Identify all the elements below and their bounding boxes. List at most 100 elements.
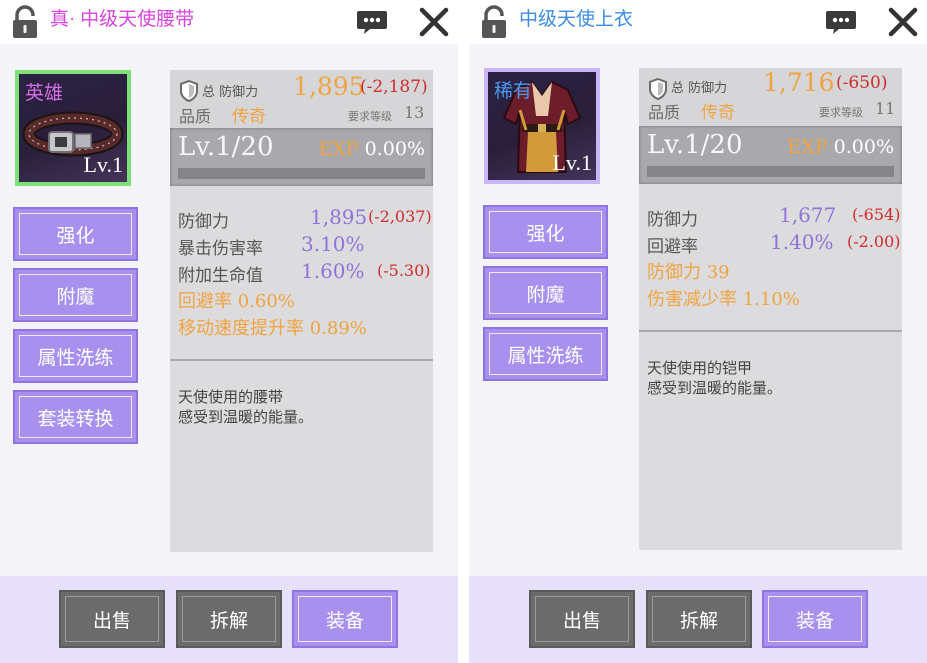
exp-bar: [647, 166, 894, 177]
stats-summary: 总 防御力 1,895 (-2,187) 品质 传奇 要求等级 13: [170, 70, 433, 128]
rarity-label: 英雄: [25, 83, 64, 104]
stat-value: 1,677: [779, 203, 837, 227]
stat-row: 防御力 1,895 (-2,037): [170, 204, 433, 232]
lock-icon[interactable]: [11, 5, 39, 39]
item-level-label: Lv.1: [552, 150, 592, 175]
stat-name: 暴击伤害率: [178, 239, 263, 259]
stat-diff: (-2,037): [368, 207, 432, 226]
required-level-value: 11: [875, 99, 896, 118]
required-level-label: 要求等级: [348, 110, 392, 123]
level-box: Lv.1/20 EXP 0.00%: [639, 126, 902, 184]
stats-summary: 总 防御力 1,716 (-650) 品质 传奇 要求等级 11: [639, 68, 902, 126]
equip-button-label: 装备: [768, 596, 862, 642]
exp-value: 0.00%: [833, 136, 894, 158]
stat-diff: (-2.00): [847, 232, 901, 251]
reroll-attributes-button-label: 属性洗练: [489, 333, 602, 375]
item-icon-frame: 英雄 Lv.1: [15, 70, 131, 186]
enhance-button-label: 强化: [489, 211, 602, 253]
stat-value: 1,895: [310, 205, 368, 229]
special-stat-row: 移动速度提升率 0.89%: [170, 312, 433, 339]
exp-readout: EXP 0.00%: [787, 136, 894, 158]
item-title: 真· 中级天使腰带: [50, 9, 195, 30]
stat-value: 1.60%: [301, 259, 365, 283]
enhance-level-text: Lv.1/20: [647, 130, 743, 160]
enchant-button[interactable]: 附魔: [13, 268, 138, 322]
exp-label: EXP: [318, 138, 359, 160]
stat-row: 防御力 1,677 (-654): [639, 202, 902, 230]
item-description-line: 感受到温暖的能量。: [647, 379, 783, 397]
enhance-button[interactable]: 强化: [483, 205, 608, 259]
enhance-button-label: 强化: [19, 213, 132, 255]
special-stat: 移动速度提升率 0.89%: [178, 318, 367, 339]
dismantle-button-label: 拆解: [652, 596, 746, 642]
item-icon-background: 稀有 Lv.1: [488, 72, 596, 180]
bottom-action-bar: 出售 拆解 装备: [0, 576, 458, 663]
shield-icon: [649, 78, 667, 100]
title-bar: 中级天使上衣: [469, 0, 927, 44]
special-stat: 回避率 0.60%: [178, 291, 295, 312]
chat-bubble-icon[interactable]: [356, 9, 388, 35]
total-defense-value: 1,716: [763, 68, 835, 97]
chat-bubble-icon[interactable]: [825, 9, 857, 35]
enhance-button[interactable]: 强化: [13, 207, 138, 261]
exp-value: 0.00%: [364, 138, 425, 160]
stat-name: 防御力: [647, 210, 698, 230]
divider: [639, 330, 902, 332]
stat-name: 附加生命值: [178, 266, 263, 286]
level-box: Lv.1/20 EXP 0.00%: [170, 128, 433, 186]
item-detail-panel-left: 真· 中级天使腰带 英雄 Lv.1 强化 附魔 属性洗练 套装转换 总 防御力 …: [0, 0, 458, 663]
item-description-line: 感受到温暖的能量。: [178, 408, 314, 426]
sell-button-label: 出售: [65, 596, 159, 642]
item-description-line: 天使使用的腰带: [178, 388, 284, 406]
stat-name: 回避率: [647, 237, 698, 257]
quality-label: 品质: [648, 103, 681, 122]
equip-button-label: 装备: [298, 596, 392, 642]
sell-button[interactable]: 出售: [59, 590, 165, 648]
stat-name: 防御力: [178, 212, 229, 232]
sell-button[interactable]: 出售: [529, 590, 635, 648]
quality-label: 品质: [179, 107, 212, 126]
close-icon[interactable]: [887, 6, 919, 38]
special-stat: 伤害减少率 1.10%: [647, 289, 800, 310]
set-convert-button[interactable]: 套装转换: [13, 390, 138, 444]
divider: [170, 359, 433, 361]
set-convert-button-label: 套装转换: [19, 396, 132, 438]
exp-label: EXP: [787, 136, 828, 158]
total-defense-label: 总 防御力: [202, 85, 259, 100]
stat-diff: (-5.30): [377, 261, 431, 280]
item-level-label: Lv.1: [83, 152, 123, 177]
total-defense-label: 总 防御力: [671, 81, 728, 96]
stat-row: 暴击伤害率 3.10%: [170, 231, 433, 259]
dismantle-button-label: 拆解: [182, 596, 276, 642]
reroll-attributes-button-label: 属性洗练: [19, 335, 132, 377]
stat-value: 3.10%: [301, 232, 365, 256]
special-stat-row: 回避率 0.60%: [170, 285, 433, 312]
equip-button[interactable]: 装备: [292, 590, 398, 648]
stat-value: 1.40%: [770, 230, 834, 254]
stat-diff: (-654): [852, 205, 901, 224]
item-icon-background: 英雄 Lv.1: [19, 74, 127, 182]
total-defense-value: 1,895: [293, 72, 365, 101]
equip-button[interactable]: 装备: [762, 590, 868, 648]
item-icon-frame: 稀有 Lv.1: [484, 68, 600, 184]
special-stat-row: 伤害减少率 1.10%: [639, 283, 902, 310]
shield-icon: [180, 80, 198, 102]
required-level-label: 要求等级: [819, 106, 863, 119]
total-defense-diff: (-2,187): [360, 77, 428, 97]
close-icon[interactable]: [418, 6, 450, 38]
dismantle-button[interactable]: 拆解: [646, 590, 752, 648]
total-defense-diff: (-650): [836, 73, 888, 93]
quality-value: 传奇: [701, 103, 735, 123]
quality-value: 传奇: [232, 107, 266, 127]
item-detail-panel-right: 中级天使上衣 稀有 Lv.1 强化 附魔 属性洗练 总 防御力 1,716 (-…: [469, 0, 927, 663]
dismantle-button[interactable]: 拆解: [176, 590, 282, 648]
bottom-action-bar: 出售 拆解 装备: [469, 576, 927, 663]
reroll-attributes-button[interactable]: 属性洗练: [13, 329, 138, 383]
reroll-attributes-button[interactable]: 属性洗练: [483, 327, 608, 381]
special-stat-row: 防御力 39: [639, 256, 902, 283]
enchant-button-label: 附魔: [19, 274, 132, 316]
lock-icon[interactable]: [480, 5, 508, 39]
enchant-button[interactable]: 附魔: [483, 266, 608, 320]
sell-button-label: 出售: [535, 596, 629, 642]
title-bar: 真· 中级天使腰带: [0, 0, 458, 44]
